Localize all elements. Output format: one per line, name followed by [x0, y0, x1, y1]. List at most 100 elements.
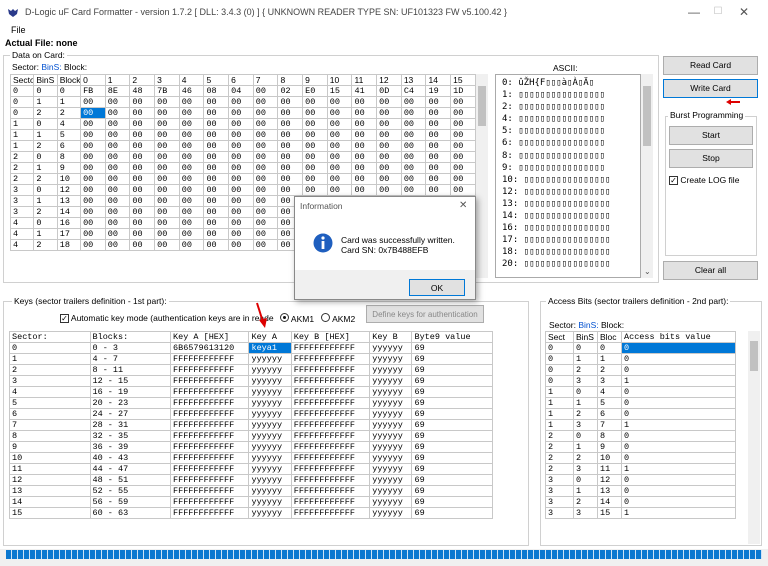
hex-grid-cell[interactable]: 00	[450, 162, 476, 174]
hex-grid-cell[interactable]: 00	[129, 96, 156, 108]
hex-grid-cell[interactable]: 00	[252, 173, 279, 185]
hex-grid-cell[interactable]: 4	[10, 228, 35, 240]
hex-grid-cell[interactable]: 00	[228, 107, 254, 119]
hex-grid-cell[interactable]: 00	[129, 228, 156, 240]
hex-grid-cell[interactable]: 00	[178, 151, 205, 163]
keys-grid[interactable]: Sector: Blocks: Key A [HEX] Key A Key B [HEX…	[9, 331, 493, 519]
keys-grid-cell[interactable]: 69	[411, 342, 493, 354]
hex-grid-cell[interactable]: 00	[351, 162, 378, 174]
hex-grid-cell[interactable]: 00	[178, 206, 205, 218]
keys-grid-row[interactable]: 28 - 11 FFFFFFFFFFFF yyyyyy FFFFFFFFFFFF yyy…	[9, 364, 493, 376]
hex-grid-cell[interactable]: 00	[129, 107, 156, 119]
hex-grid-cell[interactable]: 00	[228, 140, 254, 152]
ascii-panel[interactable]: 0: ûŽH{F▯▯▯à▯À▯Ä▯ 1: ▯▯▯▯▯▯▯▯▯▯▯▯▯▯▯▯ 2:…	[495, 74, 641, 278]
access-grid-cell[interactable]: 13	[597, 485, 622, 497]
keys-grid-row[interactable]: 13 52 - 55 FFFFFFFFFFFF yyyyyy FFFFFFFFFFFF y…	[9, 485, 493, 497]
keys-grid-cell[interactable]: 69	[411, 496, 493, 508]
hex-grid-cell[interactable]: 00	[400, 184, 427, 196]
hex-grid-cell[interactable]: 00	[252, 118, 279, 130]
keys-grid-row[interactable]: 7 28 - 31 FFFFFFFFFFFF yyyyyy FFFFFFFFFFFF yy…	[9, 419, 493, 431]
hex-grid-cell[interactable]: 00	[129, 239, 156, 251]
keys-grid-cell[interactable]: 36 - 39	[89, 441, 171, 453]
access-grid-cell[interactable]: 3	[573, 463, 598, 475]
access-grid-cell[interactable]: 1	[545, 419, 574, 431]
access-grid-cell[interactable]: 1	[597, 353, 622, 365]
hex-grid-cell[interactable]: 00	[425, 107, 452, 119]
hex-grid-cell[interactable]: 0	[33, 217, 58, 229]
hex-grid-cell[interactable]: 00	[351, 96, 378, 108]
hex-grid-row[interactable]: 0 1 1 00 00 00 00 00 00 00 00 00 00 00 00 00 00 00 00	[10, 96, 476, 108]
hex-grid-cell[interactable]: 3	[10, 184, 35, 196]
akm1-radio[interactable]	[280, 313, 289, 322]
access-grid-cell[interactable]: 0	[621, 430, 736, 442]
hex-grid-cell[interactable]: 8	[56, 151, 82, 163]
keys-grid-row[interactable]: 4 16 - 19 FFFFFFFFFFFF yyyyyy FFFFFFFFFFFF yy…	[9, 386, 493, 398]
hex-grid-cell[interactable]: 12	[56, 184, 82, 196]
hex-grid-cell[interactable]: 00	[203, 228, 230, 240]
access-grid-cell[interactable]: 3	[545, 474, 574, 486]
hex-grid-cell[interactable]: 00	[203, 239, 230, 251]
keys-grid-cell[interactable]: FFFFFFFFFFFF	[169, 474, 250, 486]
keys-grid-cell[interactable]: 7	[9, 419, 91, 431]
access-grid-cell[interactable]: 0	[621, 397, 736, 409]
keys-grid-row[interactable]: 11 44 - 47 FFFFFFFFFFFF yyyyyy FFFFFFFFFFFF y…	[9, 463, 493, 475]
hex-grid-cell[interactable]: 00	[129, 217, 156, 229]
keys-grid-cell[interactable]: 69	[411, 452, 493, 464]
access-grid-cell[interactable]: 0	[621, 474, 736, 486]
hex-grid-cell[interactable]: 00	[376, 162, 402, 174]
hex-grid-cell[interactable]: 00	[203, 206, 230, 218]
hex-grid-cell[interactable]: 00	[80, 173, 106, 185]
hex-grid-cell[interactable]: 2	[33, 107, 58, 119]
hex-grid-cell[interactable]: 00	[178, 217, 205, 229]
access-grid-scrollbar[interactable]	[748, 331, 760, 544]
hex-grid-cell[interactable]: 0	[56, 85, 82, 97]
access-grid-cell[interactable]: 2	[573, 496, 598, 508]
access-grid-cell[interactable]: 1	[621, 419, 736, 431]
keys-grid-cell[interactable]: 69	[411, 419, 493, 431]
keys-grid-cell[interactable]: FFFFFFFFFFFF	[169, 485, 250, 497]
hex-grid-cell[interactable]: 00	[425, 129, 452, 141]
hex-grid-cell[interactable]: 6	[56, 140, 82, 152]
access-grid-cell[interactable]: 6	[597, 408, 622, 420]
access-grid-cell[interactable]: 1	[573, 485, 598, 497]
auto-key-checkbox[interactable]: ✓	[60, 314, 69, 323]
hex-grid-cell[interactable]: 00	[252, 217, 279, 229]
keys-grid-cell[interactable]: yyyyyy	[248, 375, 292, 387]
hex-grid-cell[interactable]: 00	[154, 173, 180, 185]
hex-grid-cell[interactable]: 00	[302, 107, 328, 119]
access-grid-row[interactable]: 2080	[545, 430, 736, 442]
hex-grid-cell[interactable]: 00	[178, 228, 205, 240]
hex-grid-cell[interactable]: 00	[425, 96, 452, 108]
hex-grid-cell[interactable]: 00	[425, 184, 452, 196]
keys-grid-cell[interactable]: FFFFFFFFFFFF	[290, 353, 371, 365]
akm-radio-group[interactable]: AKM1 AKM2	[280, 313, 355, 324]
keys-grid-cell[interactable]: 24 - 27	[89, 408, 171, 420]
access-grid-cell[interactable]: 1	[573, 441, 598, 453]
access-grid-cell[interactable]: 1	[621, 507, 736, 519]
hex-grid-cell[interactable]: 00	[277, 140, 304, 152]
keys-grid-cell[interactable]: 32 - 35	[89, 430, 171, 442]
ascii-scrollbar[interactable]: ⌄	[641, 74, 653, 278]
keys-grid-cell[interactable]: 2	[9, 364, 91, 376]
keys-grid-cell[interactable]: FFFFFFFFFFFF	[290, 452, 371, 464]
keys-grid-cell[interactable]: FFFFFFFFFFFF	[290, 441, 371, 453]
keys-grid-cell[interactable]: 69	[411, 430, 493, 442]
hex-grid-cell[interactable]: 00	[228, 129, 254, 141]
access-grid-cell[interactable]: 0	[621, 364, 736, 376]
hex-grid-cell[interactable]: 00	[80, 118, 106, 130]
keys-grid-cell[interactable]: FFFFFFFFFFFF	[169, 408, 250, 420]
keys-grid-cell[interactable]: FFFFFFFFFFFF	[169, 353, 250, 365]
hex-grid-cell[interactable]: 1	[56, 96, 82, 108]
access-grid-cell[interactable]: 3	[573, 375, 598, 387]
access-grid-cell[interactable]: 0	[621, 485, 736, 497]
hex-grid-cell[interactable]: 00	[252, 107, 279, 119]
keys-grid-cell[interactable]: yyyyyy	[369, 408, 413, 420]
hex-grid-row[interactable]: 3 0 12 00 00 00 00 00 00 00 00 00 00 00 00 00 00 00 00	[10, 184, 476, 196]
keys-grid-cell[interactable]: 4 - 7	[89, 353, 171, 365]
hex-grid-cell[interactable]: 00	[104, 129, 131, 141]
keys-grid-cell[interactable]: FFFFFFFFFFFF	[290, 375, 371, 387]
hex-grid-cell[interactable]: 00	[252, 206, 279, 218]
hex-grid-cell[interactable]: 00	[154, 195, 180, 207]
hex-grid-cell[interactable]: 00	[376, 129, 402, 141]
access-grid-cell[interactable]: 5	[597, 397, 622, 409]
